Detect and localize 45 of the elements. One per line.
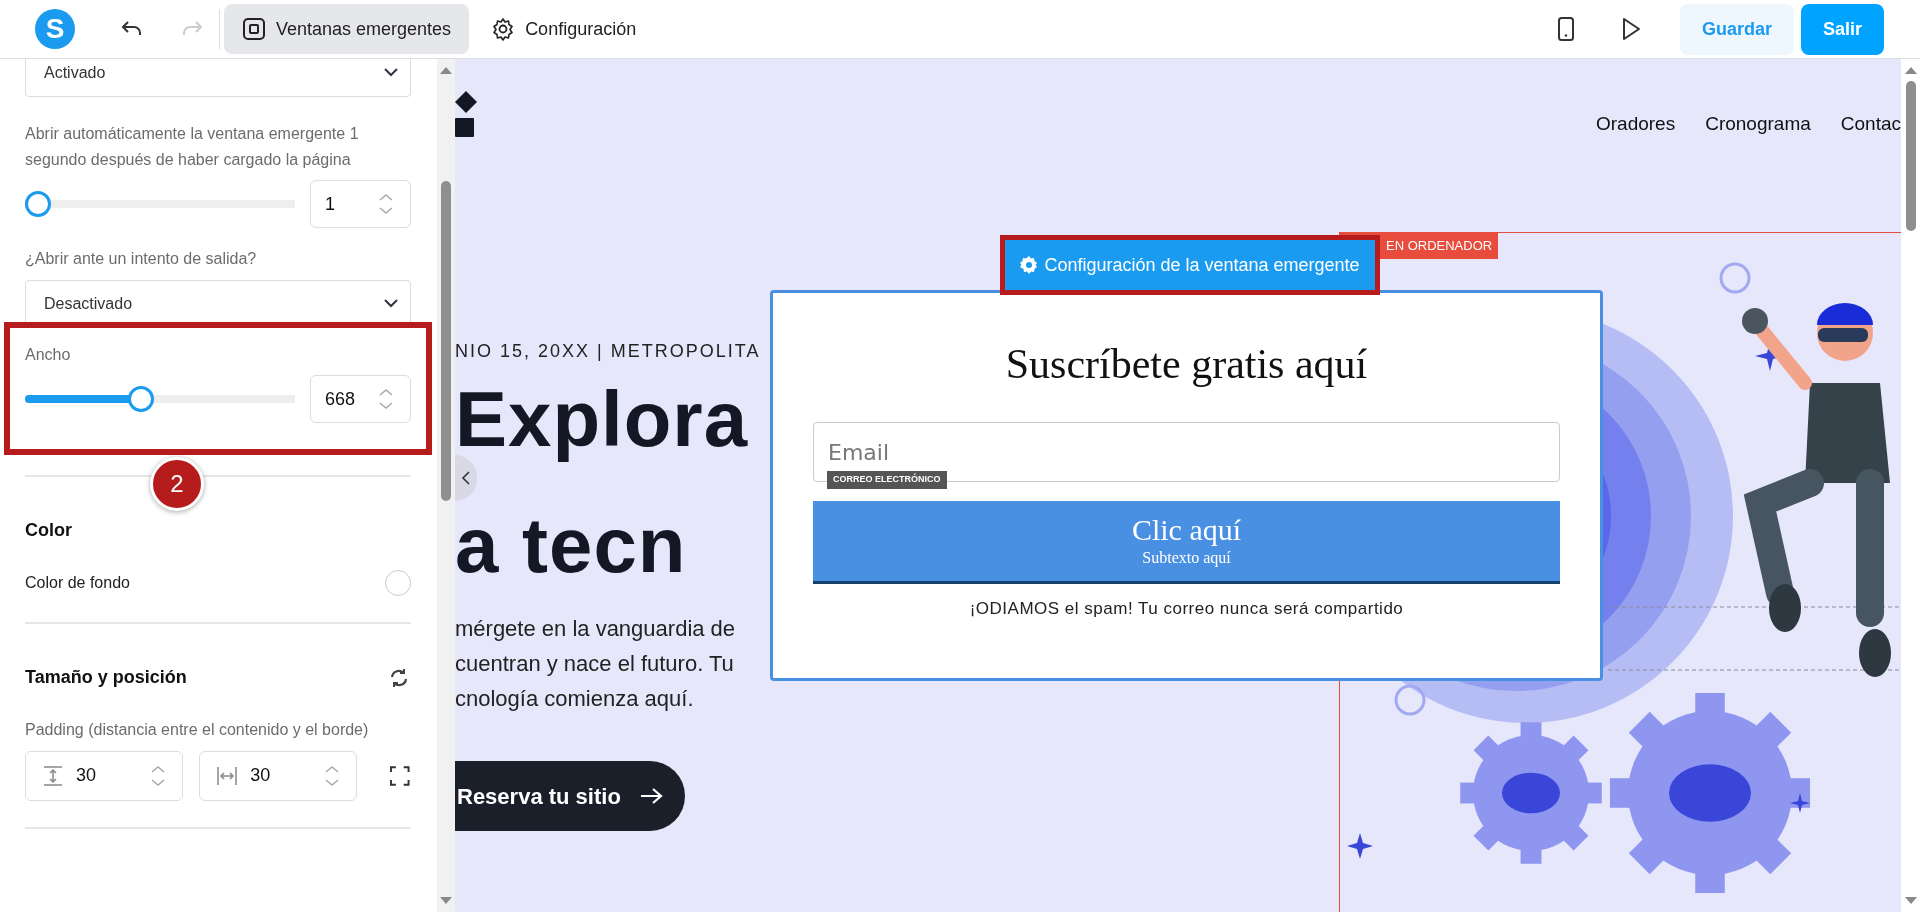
intro-text: cuentran y nace el futuro. Tu [455,650,734,678]
intro-text: mérgete en la vanguardia de [455,615,736,643]
field-label: Abrir automáticamente la ventana emergente 1 segundo después de haber cargado la página [25,124,360,170]
headline: a tecn [455,505,687,585]
nav-link[interactable]: Oradores [1596,110,1676,139]
scroll-up-icon[interactable] [438,65,454,75]
settings-icon [491,17,516,41]
vertical-padding-icon [42,764,64,787]
scroll-down-icon[interactable] [438,896,454,906]
field-label: Color de fondo [25,573,130,594]
nav-link[interactable]: Contac [1840,110,1901,139]
dropdown[interactable]: Activado [25,59,411,97]
chevron-left-icon [460,470,472,486]
section-heading: Color [25,519,72,543]
popup-title: Suscríbete gratis aquí [1005,340,1368,389]
reserve-button[interactable]: Reserva tu sitio [455,761,685,831]
field-tag: CORREO ELECTRÓNICO [827,471,947,489]
field-label: Padding (distancia entre el contenido y el borde) [25,720,370,741]
intro-text: cnología comienza aquí. [455,685,694,713]
section-heading: Tamaño y posición [25,666,187,690]
slider-thumb[interactable] [128,386,155,413]
number-input[interactable]: 30 [199,750,358,801]
slider-thumb[interactable] [25,191,51,218]
expand-icon[interactable] [389,764,411,787]
field-label: Ancho [25,344,72,365]
scrollbar-thumb[interactable] [1906,81,1916,231]
number-input[interactable]: 30 [25,750,184,801]
number-input[interactable]: 1 [310,180,411,229]
privacy-note: ¡ODIAMOS el spam! Tu correo nunca será compartido [969,598,1404,620]
editor-tab[interactable]: Configuración [473,4,655,54]
field-label: ¿Abrir ante un intento de salida? [25,249,258,270]
popup-icon [242,17,266,41]
scrollbar-thumb[interactable] [441,181,451,501]
editor-tab[interactable]: Ventanas emergentes [224,4,470,54]
site-logo-icon[interactable] [455,91,477,137]
scroll-down-icon[interactable] [1903,896,1919,906]
nav-link[interactable]: Cronograma [1705,110,1811,139]
color-swatch[interactable] [385,570,411,597]
horizontal-padding-icon [216,764,239,787]
number-input[interactable]: 668 [310,375,411,424]
scroll-up-icon[interactable] [1903,65,1919,75]
app-logo: S [35,9,75,49]
settings-icon [1020,256,1039,274]
event-date: NIO 15, 20XX | METROPOLITA [455,340,761,363]
arrow-right-icon [638,785,663,807]
